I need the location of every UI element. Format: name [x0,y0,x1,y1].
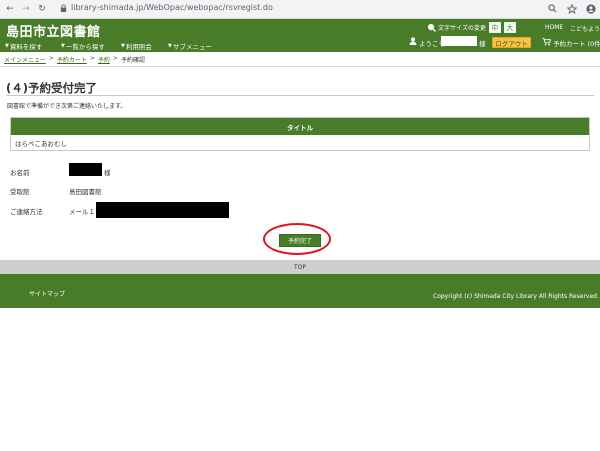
title-divider [6,95,594,96]
site-header: 島田市立図書館 文字サイズの変更 中 大 HOME こどもよう ▼ 資料を探す ▼… [0,19,600,52]
breadcrumb-reserve[interactable]: 予約 [98,55,110,64]
triangle-down-icon: ▼ [61,43,65,49]
reservation-table: タイトル はらぺこあおむし [10,117,590,151]
home-link[interactable]: HOME [545,24,563,31]
font-size-medium-button[interactable]: 中 [488,22,501,33]
redacted-name [69,163,102,176]
pickup-value: 島田図書館 [69,188,102,196]
name-suffix: 様 [104,169,111,177]
url-text: library-shimada.jp/WebOpac/webopac/rsvre… [71,3,273,12]
site-footer: サイトマップ Copyright (c) Shimada City Librar… [0,274,600,308]
logout-button[interactable]: ログアウト [492,37,531,48]
cart-link[interactable]: 予約カート (0件) [553,38,600,48]
name-label: お名前 [10,169,30,177]
honorific-text: 様 [479,40,486,48]
triangle-down-icon: ▼ [5,43,9,49]
cart-icon [542,37,551,46]
table-header-title: タイトル [11,118,589,135]
triangle-down-icon: ▼ [121,43,125,49]
breadcrumb-divider [0,66,600,67]
font-size-large-button[interactable]: 大 [503,22,516,33]
star-icon[interactable] [566,3,577,14]
page-title: (４)予約受付完了 [6,81,98,95]
breadcrumb-separator: > [112,55,118,62]
breadcrumb-cart[interactable]: 予約カート [57,55,87,64]
magnifier-icon [427,23,436,32]
breadcrumb-current: 予約確認 [120,57,145,64]
table-row: はらぺこあおむし [11,135,589,150]
notice-text: 図書館で準備ができ次第ご連絡いたします。 [7,103,127,110]
search-icon[interactable] [547,3,558,14]
user-icon [409,37,417,45]
font-size-label: 文字サイズの変更 [438,25,486,32]
menu-item-search[interactable]: ▼ 資料を探す [5,41,42,51]
breadcrumb-main-menu[interactable]: メインメニュー [4,55,46,64]
menu-item-browse[interactable]: ▼ 一覧から探す [61,41,105,51]
back-icon[interactable]: ← [4,3,16,15]
copyright-text: Copyright (c) Shimada City Library All R… [433,293,599,300]
browser-toolbar: ← → ↻ library-shimada.jp/WebOpac/webopac… [0,0,600,19]
account-icon[interactable] [585,3,596,14]
sitemap-link[interactable]: サイトマップ [29,289,65,298]
reload-icon[interactable]: ↻ [36,3,48,15]
breadcrumb: メインメニュー > 予約カート > 予約 > 予約確認 [4,55,145,64]
font-size-control: 文字サイズの変更 中 大 [427,22,519,33]
forward-icon[interactable]: → [20,3,32,15]
kids-link[interactable]: こどもよう [570,24,600,33]
breadcrumb-separator: > [48,55,54,62]
menu-item-account[interactable]: ▼ 利用照会 [121,41,152,51]
breadcrumb-separator: > [89,55,95,62]
site-title[interactable]: 島田市立図書館 [6,21,101,40]
menu-item-submenu[interactable]: ▼ サブメニュー [168,41,212,51]
lock-icon [60,4,67,12]
redacted-email [96,202,229,218]
contact-label: ご連絡方法 [10,208,43,216]
pickup-label: 受取館 [10,188,30,196]
page-top-link[interactable]: TOP [0,260,600,274]
triangle-down-icon: ▼ [168,43,172,49]
reserve-complete-button[interactable]: 予約完了 [279,234,321,247]
contact-value: メール１ [69,208,95,216]
address-bar[interactable]: library-shimada.jp/WebOpac/webopac/rsvre… [60,3,273,12]
redacted-user-name [441,36,477,46]
